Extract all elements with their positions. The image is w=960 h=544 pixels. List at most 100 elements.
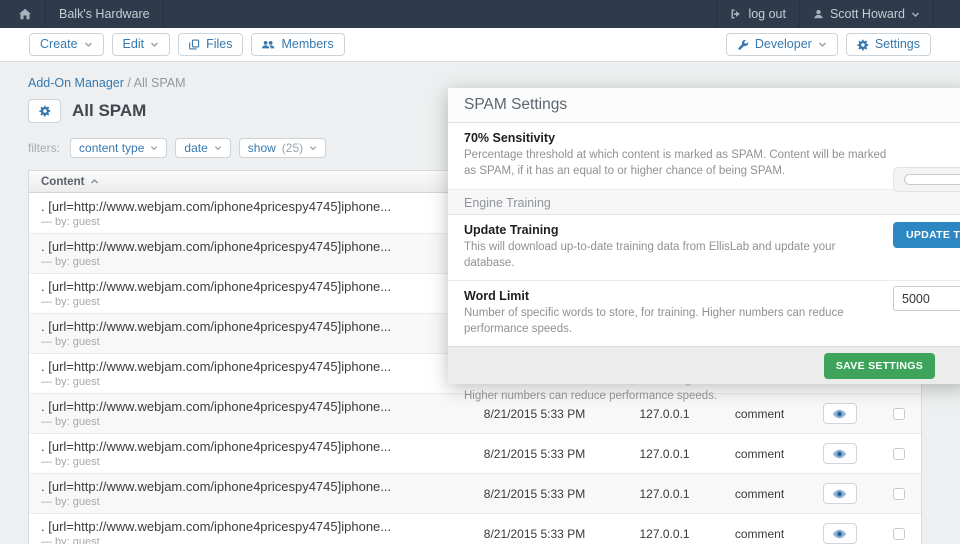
site-name-label: Balk's Hardware [59, 7, 150, 21]
update-training-button[interactable]: UPDATE TRAINING DATA [893, 222, 960, 248]
spam-author-text: — by: guest [41, 496, 457, 508]
gear-icon [39, 105, 51, 117]
word-limit-label: Word Limit [464, 289, 952, 303]
chevron-down-icon [309, 144, 317, 152]
date-cell: 8/21/2015 5:33 PM [457, 447, 612, 461]
edit-button[interactable]: Edit [112, 33, 171, 56]
engine-training-section: Engine Training [448, 190, 960, 215]
files-icon [189, 39, 200, 50]
developer-label: Developer [755, 38, 812, 51]
filter-content-type-label: content type [79, 142, 144, 154]
spam-author-text: — by: guest [41, 336, 457, 348]
filter-show[interactable]: show (25) [239, 138, 326, 158]
filter-content-type[interactable]: content type [70, 138, 167, 158]
user-menu[interactable]: Scott Howard [800, 0, 933, 28]
topbar: Balk's Hardware log out Scott Howard [0, 0, 960, 28]
ip-cell: 127.0.0.1 [612, 527, 717, 541]
type-cell: comment [717, 527, 802, 541]
site-name[interactable]: Balk's Hardware [46, 0, 163, 28]
word-limit-input[interactable] [893, 286, 960, 311]
user-icon [813, 9, 824, 20]
content-cell[interactable]: . [url=http://www.webjam.com/iphone4pric… [29, 479, 457, 508]
home-button[interactable] [0, 0, 45, 28]
modal-header: SPAM Settings [448, 88, 960, 123]
slider-track[interactable] [904, 174, 960, 185]
content-cell[interactable]: . [url=http://www.webjam.com/iphone4pric… [29, 399, 457, 428]
developer-button[interactable]: Developer [726, 33, 838, 56]
logout-label: log out [748, 7, 786, 21]
toolbar: Create Edit Files Members Developer [0, 28, 960, 62]
members-label: Members [281, 38, 333, 51]
eye-icon [833, 529, 846, 539]
view-button[interactable] [823, 483, 857, 504]
topbar-divider [163, 0, 164, 28]
row-checkbox[interactable] [893, 528, 905, 540]
checkbox-cell [877, 448, 921, 460]
logout-button[interactable]: log out [717, 0, 799, 28]
table-row: . [url=http://www.webjam.com/iphone4pric… [29, 433, 921, 473]
settings-button[interactable]: Settings [846, 33, 931, 56]
members-button[interactable]: Members [251, 33, 344, 56]
type-cell: comment [717, 487, 802, 501]
spam-content-text: . [url=http://www.webjam.com/iphone4pric… [41, 479, 457, 494]
spam-author-text: — by: guest [41, 416, 457, 428]
view-button[interactable] [823, 443, 857, 464]
members-icon [262, 39, 275, 51]
ip-cell: 127.0.0.1 [612, 487, 717, 501]
spam-author-text: — by: guest [41, 256, 457, 268]
sensitivity-slider[interactable] [893, 167, 960, 192]
content-cell[interactable]: . [url=http://www.webjam.com/iphone4pric… [29, 319, 457, 348]
chevron-down-icon [150, 40, 159, 49]
settings-label: Settings [875, 38, 920, 51]
row-checkbox[interactable] [893, 448, 905, 460]
row-checkbox[interactable] [893, 488, 905, 500]
eye-icon [833, 449, 846, 459]
view-button[interactable] [823, 523, 857, 544]
content-cell[interactable]: . [url=http://www.webjam.com/iphone4pric… [29, 519, 457, 544]
logout-icon [730, 8, 742, 20]
topbar-spacer [934, 0, 960, 28]
spam-content-text: . [url=http://www.webjam.com/iphone4pric… [41, 359, 457, 374]
breadcrumb-separator: / [127, 76, 130, 90]
spam-content-text: . [url=http://www.webjam.com/iphone4pric… [41, 399, 457, 414]
spam-content-text: . [url=http://www.webjam.com/iphone4pric… [41, 239, 457, 254]
chevron-down-icon [214, 144, 222, 152]
manage-cell [802, 523, 877, 544]
table-row: . [url=http://www.webjam.com/iphone4pric… [29, 473, 921, 513]
sensitivity-field: 70% Sensitivity Percentage threshold at … [448, 123, 960, 190]
files-label: Files [206, 38, 232, 51]
content-limit-desc-line2: Higher numbers can reduce performance sp… [464, 389, 888, 405]
content-cell[interactable]: . [url=http://www.webjam.com/iphone4pric… [29, 279, 457, 308]
spam-content-text: . [url=http://www.webjam.com/iphone4pric… [41, 439, 457, 454]
update-training-desc: This will download up-to-date training d… [464, 240, 888, 272]
chevron-down-icon [818, 40, 827, 49]
user-name-label: Scott Howard [830, 7, 905, 21]
word-limit-desc: Number of specific words to store, for t… [464, 306, 888, 338]
filter-show-label: show [248, 142, 276, 154]
manage-cell [802, 483, 877, 504]
content-cell[interactable]: . [url=http://www.webjam.com/iphone4pric… [29, 359, 457, 388]
save-settings-button[interactable]: SAVE SETTINGS [824, 353, 935, 379]
type-cell: comment [717, 447, 802, 461]
filter-date[interactable]: date [175, 138, 230, 158]
content-cell[interactable]: . [url=http://www.webjam.com/iphone4pric… [29, 439, 457, 468]
spam-settings-modal: SPAM Settings 70% Sensitivity Percentage… [448, 88, 960, 384]
filter-show-count: (25) [282, 142, 303, 154]
spam-author-text: — by: guest [41, 216, 457, 228]
spam-settings-gear-button[interactable] [28, 99, 61, 123]
breadcrumb-addon-manager[interactable]: Add-On Manager [28, 76, 124, 90]
table-row: . [url=http://www.webjam.com/iphone4pric… [29, 513, 921, 544]
modal-footer: SAVE SETTINGS [448, 346, 960, 384]
files-button[interactable]: Files [178, 33, 243, 56]
page-title: All SPAM [72, 101, 146, 121]
edit-label: Edit [123, 38, 145, 51]
update-training-field: Update Training This will download up-to… [448, 215, 960, 282]
create-button[interactable]: Create [29, 33, 104, 56]
ip-cell: 127.0.0.1 [612, 447, 717, 461]
sensitivity-desc: Percentage threshold at which content is… [464, 148, 888, 180]
create-label: Create [40, 38, 78, 51]
gear-icon [857, 39, 869, 51]
chevron-down-icon [84, 40, 93, 49]
content-cell[interactable]: . [url=http://www.webjam.com/iphone4pric… [29, 199, 457, 228]
content-cell[interactable]: . [url=http://www.webjam.com/iphone4pric… [29, 239, 457, 268]
